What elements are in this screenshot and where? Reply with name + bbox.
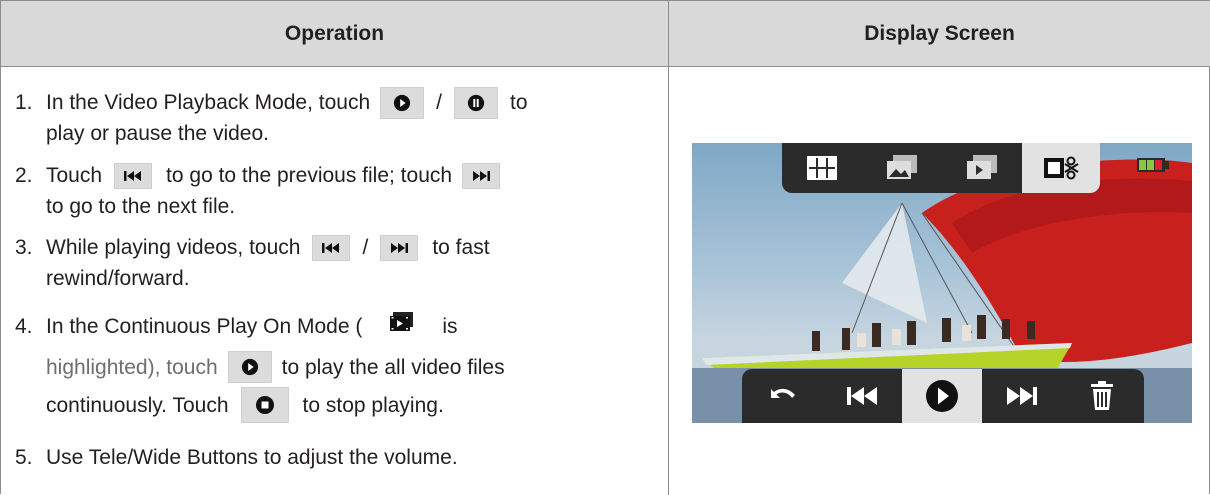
back-icon[interactable] [742, 369, 822, 423]
step-text: to go to the previous file; touch [166, 164, 453, 187]
step-text: to fast [432, 236, 490, 259]
step-text: Use Tele/Wide Buttons to adjust the volu… [46, 446, 458, 469]
play-icon[interactable] [380, 86, 425, 119]
step-text: rewind/forward. [46, 267, 190, 290]
continuous-play-icon[interactable] [380, 302, 425, 341]
playback-bottom-toolbar [742, 369, 1144, 423]
step-text: Touch [46, 164, 103, 187]
photo-slideshow-icon[interactable] [862, 143, 942, 193]
operation-header: Operation [1, 1, 668, 67]
step-text: to go to the next file. [46, 195, 236, 218]
separator: / [362, 236, 369, 259]
previous-icon[interactable] [822, 369, 902, 423]
step-text: In the Continuous Play On Mode ( [46, 315, 363, 338]
step-text: to stop playing. [302, 393, 444, 417]
step-text: to play the all video files [281, 355, 505, 379]
step-number: 4. [15, 315, 33, 338]
step-text: is [442, 315, 458, 338]
display-screen-header: Display Screen [668, 1, 1210, 67]
play-icon[interactable] [227, 351, 272, 383]
trash-icon[interactable] [1062, 369, 1142, 423]
previous-icon[interactable] [312, 234, 351, 261]
step-text: highlighted), touch [46, 355, 218, 379]
step-number: 5. [15, 446, 33, 469]
step-text: In the Video Playback Mode, touch [46, 91, 371, 114]
step-text: play or pause the video. [46, 122, 269, 145]
battery-icon [1136, 157, 1170, 178]
step-number: 1. [15, 91, 33, 114]
separator: / [436, 91, 443, 114]
column-divider [668, 67, 669, 495]
step-text: continuously. Touch [46, 393, 229, 417]
video-edit-icon[interactable] [1022, 143, 1100, 193]
play-icon[interactable] [902, 369, 982, 423]
playback-top-toolbar [782, 143, 1100, 193]
next-icon[interactable] [380, 234, 419, 261]
step-number: 3. [15, 236, 33, 259]
stop-icon[interactable] [240, 387, 289, 423]
display-screen-preview [692, 143, 1192, 423]
next-icon[interactable] [982, 369, 1062, 423]
video-continuous-icon[interactable] [942, 143, 1022, 193]
step-number: 2. [15, 164, 33, 187]
pause-icon[interactable] [454, 86, 499, 119]
operation-table: Operation Display Screen 1. In the Video… [0, 0, 1210, 495]
previous-icon[interactable] [114, 162, 153, 189]
thumbnails-icon[interactable] [782, 143, 862, 193]
next-icon[interactable] [462, 162, 501, 189]
step-text: to [510, 91, 528, 114]
step-text: While playing videos, touch [46, 236, 301, 259]
